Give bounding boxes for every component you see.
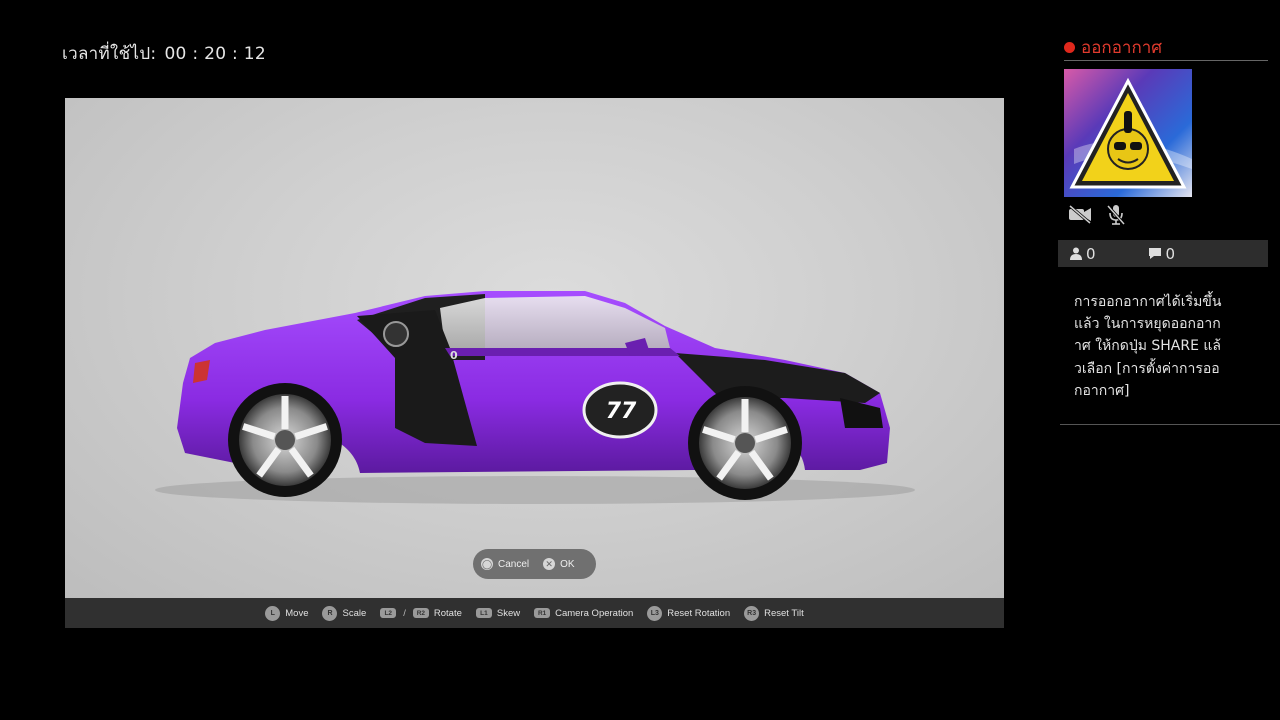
wheel-spokes [242, 396, 788, 481]
control-scale-label: Scale [342, 607, 367, 619]
comment-count-value: 0 [1165, 244, 1176, 263]
control-reset-rotation-label: Reset Rotation [667, 607, 731, 619]
control-skew: L1 Skew [475, 607, 521, 619]
comment-icon [1148, 248, 1161, 259]
cancel-label: Cancel [498, 558, 530, 570]
l1-button-icon: L1 [475, 608, 492, 618]
rotate-slash: / [403, 607, 406, 619]
livery-editor-viewport[interactable]: 77 0 [65, 98, 1004, 598]
l-stick-icon: L [265, 605, 281, 621]
ok-label: OK [560, 558, 575, 570]
control-scale: R Scale [322, 605, 367, 621]
l2-button-icon: L2 [380, 608, 397, 618]
elapsed-time: เวลาที่ใช้ไป: 00 : 20 : 12 [62, 40, 266, 67]
message-divider [1060, 424, 1280, 425]
live-dot-icon [1064, 42, 1075, 53]
broadcast-stats: 0 0 [1058, 240, 1268, 267]
viewer-count-value: 0 [1086, 244, 1096, 263]
r2-button-icon: R2 [412, 608, 429, 618]
comment-count: 0 [1148, 244, 1176, 263]
r1-button-icon: R1 [534, 608, 551, 618]
viewer-count: 0 [1070, 245, 1096, 263]
broadcast-status-label: ออกอากาศ [1081, 38, 1163, 58]
control-rotate: L2 / R2 Rotate [380, 608, 462, 619]
control-camera: R1 Camera Operation [534, 608, 633, 619]
control-reset-tilt-label: Reset Tilt [764, 607, 804, 619]
cross-button-icon: ✕ [543, 558, 556, 570]
control-camera-label: Camera Operation [555, 607, 634, 619]
control-skew-label: Skew [496, 607, 521, 619]
broadcast-status: ออกอากาศ [1064, 34, 1162, 61]
panel-divider [1064, 60, 1268, 61]
control-rotate-label: Rotate [433, 607, 462, 619]
circle-button-icon: ◯ [481, 558, 493, 570]
camera-off-icon [1069, 204, 1091, 224]
confirm-dialog: ◯ Cancel ✕ OK [473, 549, 596, 579]
cancel-button[interactable]: ◯ Cancel [481, 558, 529, 570]
person-icon [1070, 247, 1082, 260]
l3-button-icon: L3 [647, 605, 663, 621]
mic-off-icon [1106, 205, 1126, 225]
ok-button[interactable]: ✕ OK [543, 558, 575, 570]
avatar [1064, 69, 1192, 197]
r3-button-icon: R3 [744, 605, 760, 621]
r-stick-icon: R [322, 605, 338, 621]
elapsed-label: เวลาที่ใช้ไป: [62, 44, 157, 64]
control-move: L Move [265, 605, 309, 621]
broadcast-message: การออกอากาศได้เริ่มขึ้นแล้ว ในการหยุดออก… [1074, 294, 1222, 399]
control-move-label: Move [285, 607, 309, 619]
stream-settings-icons [1068, 204, 1126, 226]
control-reset-rotation: L3 Reset Rotation [647, 605, 731, 621]
control-reset-tilt: R3 Reset Tilt [744, 605, 804, 621]
controls-bar: L Move R Scale L2 / R2 Rotate L1 Skew R1… [65, 598, 1004, 628]
elapsed-value: 00 : 20 : 12 [164, 44, 267, 64]
